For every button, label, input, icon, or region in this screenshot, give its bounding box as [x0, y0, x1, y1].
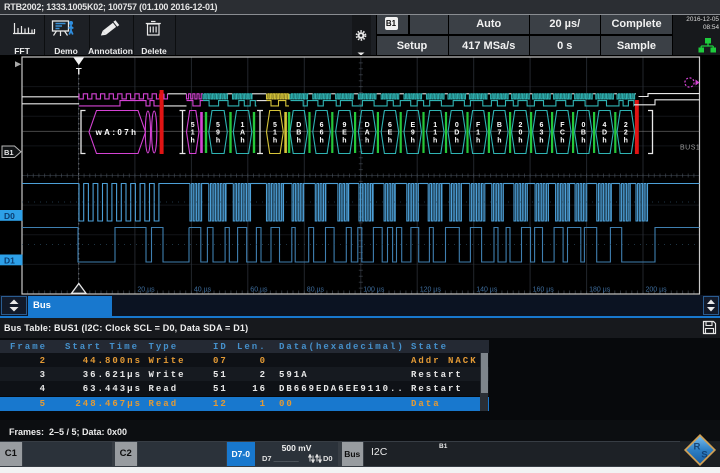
- svg-text:120 µs: 120 µs: [420, 287, 442, 294]
- svg-text:B7h: B7h: [497, 122, 502, 145]
- svg-text:40 µs: 40 µs: [194, 287, 212, 294]
- svg-text:0Dh: 0Dh: [454, 122, 459, 145]
- svg-text:20 µs: 20 µs: [137, 287, 155, 294]
- svg-text:59h: 59h: [216, 122, 220, 145]
- svg-text:9Eh: 9Eh: [342, 122, 347, 145]
- svg-text:0Bh: 0Bh: [581, 122, 586, 145]
- svg-text:100 µs: 100 µs: [363, 287, 385, 294]
- svg-text:140 µs: 140 µs: [476, 287, 498, 294]
- svg-text:D0: D0: [4, 211, 15, 221]
- svg-text:11h: 11h: [433, 122, 437, 145]
- svg-text:51h: 51h: [191, 122, 195, 145]
- svg-text:6Eh: 6Eh: [388, 122, 393, 145]
- svg-text:4Dh: 4Dh: [602, 122, 607, 145]
- svg-text:63h: 63h: [539, 122, 543, 145]
- svg-text:180 µs: 180 µs: [589, 287, 611, 294]
- svg-text:T: T: [76, 67, 82, 78]
- svg-text:wA:07h: wA:07h: [95, 128, 139, 137]
- svg-text:E9h: E9h: [410, 122, 415, 145]
- svg-text:DBh: DBh: [296, 122, 301, 145]
- svg-text:S: S: [701, 449, 708, 460]
- svg-text:60 µs: 60 µs: [250, 287, 268, 294]
- svg-text:D1: D1: [4, 256, 15, 266]
- svg-text:FCh: FCh: [560, 122, 565, 145]
- svg-text:BUS1: BUS1: [680, 145, 700, 152]
- svg-text:22h: 22h: [624, 122, 628, 145]
- svg-text:20h: 20h: [518, 122, 522, 145]
- svg-text:160 µs: 160 µs: [533, 287, 555, 294]
- svg-text:66h: 66h: [319, 122, 323, 145]
- svg-text:200 µs: 200 µs: [646, 287, 668, 294]
- svg-text:B1: B1: [4, 148, 14, 157]
- svg-text:80 µs: 80 µs: [307, 287, 325, 294]
- svg-text:DAh: DAh: [365, 122, 370, 145]
- svg-text:51h: 51h: [273, 122, 277, 145]
- svg-text:R: R: [693, 442, 700, 453]
- svg-text:1Ah: 1Ah: [240, 122, 245, 145]
